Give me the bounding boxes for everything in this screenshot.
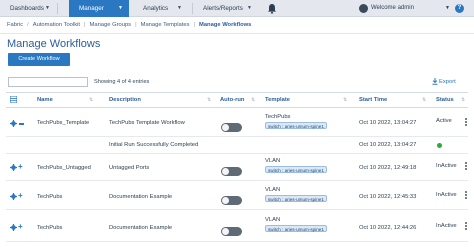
switch-tag: switch : aries-umum-spine1 <box>265 195 327 202</box>
download-icon[interactable] <box>432 78 438 85</box>
row-name: TechPubs_Untagged <box>37 165 91 171</box>
nav-alerts-reports[interactable]: Alerts/Reports ▼ <box>193 0 258 17</box>
auto-run-toggle[interactable] <box>221 123 242 132</box>
nav-manager[interactable]: Manager ▼ <box>69 0 129 17</box>
nav-dashboards[interactable]: Dashboards ▼ <box>0 0 56 17</box>
auto-run-toggle[interactable] <box>221 227 242 236</box>
row-name: TechPubs <box>37 194 63 200</box>
nav-analytics-label: Analytics <box>143 5 169 12</box>
auto-run-toggle[interactable] <box>221 196 242 205</box>
chevron-down-icon: ▼ <box>118 5 123 11</box>
create-workflow-button[interactable]: Create Workflow <box>8 53 70 66</box>
gear-icon[interactable] <box>10 224 17 231</box>
breadcrumb: Fabric / Automation Toolkit | Manage Groups |… <box>7 22 251 28</box>
row-template: VLAN <box>265 158 281 164</box>
divider <box>6 241 468 242</box>
nav-dashboards-label: Dashboards <box>10 5 44 12</box>
sort-icon[interactable]: ⇅ <box>89 97 93 103</box>
bell-icon[interactable] <box>267 3 277 14</box>
help-icon[interactable]: ? <box>455 4 464 13</box>
chevron-down-icon: ▼ <box>247 5 252 11</box>
breadcrumb-separator: | <box>84 22 86 28</box>
divider <box>6 180 468 181</box>
more-options-icon[interactable] <box>465 162 468 171</box>
search-input[interactable] <box>8 77 88 87</box>
row-start-time: Oct 10 2022, 13:04:27 <box>359 142 417 148</box>
divider <box>6 107 468 108</box>
header-name[interactable]: Name <box>37 97 53 103</box>
header-description[interactable]: Description <box>109 97 141 103</box>
more-options-icon[interactable] <box>465 118 468 127</box>
row-description: TechPubs Template Workflow <box>109 120 185 126</box>
switch-tag: switch : aries-umum-spine1 <box>265 166 327 173</box>
divider <box>6 136 468 137</box>
expand-icon[interactable]: + <box>18 223 23 231</box>
header-template[interactable]: Template <box>265 97 290 103</box>
row-start-time: Oct 10 2022, 12:44:26 <box>359 225 417 231</box>
switch-tag: switch : aries-umum-spine1 <box>265 225 327 232</box>
breadcrumb-automation-toolkit[interactable]: Automation Toolkit <box>33 22 80 28</box>
nav-alerts-label: Alerts/Reports <box>203 5 243 12</box>
nav-manager-label: Manager <box>79 5 104 12</box>
sort-icon[interactable]: ⇅ <box>343 97 347 103</box>
auto-run-toggle[interactable] <box>221 167 242 176</box>
expand-icon[interactable]: + <box>18 163 23 171</box>
chevron-down-icon: ▼ <box>45 5 50 11</box>
status-badge: InActive <box>436 223 457 229</box>
breadcrumb-separator: | <box>135 22 137 28</box>
breadcrumb-manage-groups[interactable]: Manage Groups <box>90 22 132 28</box>
sort-icon[interactable]: ⇅ <box>422 97 426 103</box>
row-template: VLAN <box>265 187 281 193</box>
chevron-down-icon: ▼ <box>445 5 450 11</box>
collapse-icon[interactable] <box>19 123 24 125</box>
row-description: Documentation Example <box>109 225 173 231</box>
status-badge: Active <box>436 118 452 124</box>
row-description: Documentation Example <box>109 194 173 200</box>
entries-count: Showing 4 of 4 entries <box>94 79 150 85</box>
gear-icon[interactable] <box>10 193 17 200</box>
more-options-icon[interactable] <box>465 191 468 200</box>
status-badge: InActive <box>436 192 457 198</box>
header-auto-run[interactable]: Auto-run <box>220 97 244 103</box>
run-status-message: Initial Run Successfully Completed <box>109 142 199 148</box>
gear-icon[interactable] <box>10 164 17 171</box>
gear-icon[interactable] <box>10 120 17 127</box>
welcome-user[interactable]: Welcome admin <box>371 0 414 17</box>
breadcrumb-manage-workflows[interactable]: Manage Workflows <box>199 22 251 28</box>
columns-icon[interactable] <box>10 96 17 103</box>
header-status[interactable]: Status <box>436 97 454 103</box>
breadcrumb-separator: | <box>193 22 195 28</box>
top-nav: Dashboards ▼ Manager ▼ Analytics ▼ Alert… <box>0 0 474 17</box>
avatar-icon[interactable] <box>359 4 368 13</box>
divider <box>6 209 468 210</box>
divider <box>6 153 468 154</box>
row-name: TechPubs <box>37 225 63 231</box>
sort-icon[interactable]: ⇅ <box>251 97 255 103</box>
row-description: Untagged Ports <box>109 165 150 171</box>
breadcrumb-manage-templates[interactable]: Manage Templates <box>141 22 190 28</box>
row-start-time: Oct 10 2022, 12:45:33 <box>359 194 417 200</box>
page-title: Manage Workflows <box>7 38 101 50</box>
nav-divider <box>57 3 58 14</box>
export-link[interactable]: Export <box>439 79 456 85</box>
switch-tag: switch : aries-umum-spine1 <box>265 122 327 129</box>
row-start-time: Oct 10 2022, 13:04:27 <box>359 120 417 126</box>
divider <box>6 92 468 93</box>
expand-icon[interactable]: + <box>18 192 23 200</box>
chevron-down-icon: ▼ <box>177 5 182 11</box>
row-name: TechPubs_Template <box>37 120 90 126</box>
divider <box>0 33 474 34</box>
row-template: TechPubs <box>265 114 291 120</box>
success-indicator-icon <box>437 143 442 148</box>
breadcrumb-separator: / <box>27 22 29 28</box>
header-start-time[interactable]: Start Time <box>359 97 387 103</box>
more-options-icon[interactable] <box>465 222 468 231</box>
sort-icon[interactable]: ⇅ <box>207 97 211 103</box>
nav-analytics[interactable]: Analytics ▼ <box>133 0 188 17</box>
sort-icon[interactable]: ⇅ <box>461 97 465 103</box>
status-badge: InActive <box>436 163 457 169</box>
breadcrumb-fabric[interactable]: Fabric <box>7 22 23 28</box>
row-template: VLAN <box>265 217 281 223</box>
row-start-time: Oct 10 2022, 12:49:18 <box>359 165 417 171</box>
